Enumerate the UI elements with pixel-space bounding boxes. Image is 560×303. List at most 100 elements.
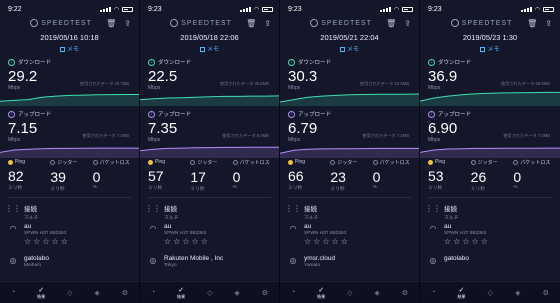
nav-vpn[interactable]: ◈ [94, 289, 99, 297]
ping-icon [428, 159, 433, 165]
download-graph [140, 95, 279, 106]
download-data-used: 使用されたデータ 49.7MB [79, 81, 129, 86]
bottom-nav: ◔ ✓ 結果 ◇ ◈ ⚙ [0, 281, 139, 303]
jitter-label: ジッター [337, 160, 358, 166]
nav-vpn[interactable]: ◈ [234, 289, 239, 297]
jitter-value: 17 [190, 169, 206, 185]
share-icon[interactable]: ⇪ [404, 19, 411, 28]
nav-vpn[interactable]: ◈ [515, 289, 520, 297]
isp-name: au [444, 223, 452, 230]
server-row[interactable]: ◎ Rakuten Mobile , Inc Tokyo [148, 255, 273, 268]
ping-icon [148, 159, 153, 165]
globe-icon: ◎ [429, 255, 437, 265]
isp-row[interactable]: ◠ au SPWN H37 6B3362 ☆☆☆☆☆ [148, 223, 273, 246]
nav-label: 結果 [37, 293, 46, 299]
memo-icon [339, 47, 345, 52]
wifi-icon: ◠ [9, 223, 17, 233]
memo-button[interactable]: メモ [140, 44, 279, 53]
shield-icon: ◈ [515, 289, 521, 297]
connection-row: ⋮⋮ 接続 マルチ [5, 203, 133, 222]
gear-icon: ⚙ [401, 289, 409, 297]
packet-loss-unit: % [513, 185, 518, 190]
ping-label: Ping [435, 159, 446, 165]
upload-section: ↑ アップロード 6.90 Mbps 使用されたデータ 7.0MB [428, 110, 554, 143]
upload-section: ↑ アップロード 6.79 Mbps 使用されたデータ 7.2MB [288, 110, 413, 143]
isp-identifier: SPWN H37 6B3362 [24, 231, 67, 236]
nav-settings[interactable]: ⚙ [122, 289, 128, 297]
status-indicators: ◠ [379, 6, 413, 13]
speedtest-logo-icon [450, 19, 459, 27]
rating-stars[interactable]: ☆☆☆☆☆ [304, 237, 350, 246]
status-indicators: ◠ [239, 6, 273, 13]
isp-row[interactable]: ◠ au SPWN H37 6B3362 ☆☆☆☆☆ [288, 223, 413, 246]
share-icon[interactable]: ⇪ [545, 19, 552, 28]
packet-loss-metric: パケットロス 0 % [92, 159, 135, 192]
trash-icon[interactable]: 🗑 [246, 19, 256, 28]
ping-icon [8, 159, 13, 165]
speedtest-result-panel: 9:22 ◠ SPEEDTEST 🗑 ⇪ 2019/05/16 10:18 メモ… [0, 0, 140, 303]
nav-settings[interactable]: ⚙ [262, 289, 268, 297]
latency-metrics: Ping 82 ミリ秒 ジッター 39 ミリ秒 パケットロス 0 % [8, 159, 135, 192]
wifi-icon: ◠ [149, 223, 157, 233]
memo-button[interactable]: メモ [420, 44, 560, 53]
nav-map[interactable]: ◇ [488, 289, 493, 297]
nav-speedtest[interactable]: ◔ [291, 289, 295, 296]
nav-results[interactable]: ✓ 結果 [317, 286, 325, 300]
upload-graph [280, 147, 419, 158]
trash-icon[interactable]: 🗑 [106, 19, 116, 28]
status-bar: 9:23 ◠ [148, 4, 273, 14]
trash-icon[interactable]: 🗑 [527, 19, 537, 28]
download-section: ↓ ダウンロード 29.2 Mbps 使用されたデータ 49.7MB [8, 58, 133, 91]
packet-loss-icon [372, 160, 378, 165]
jitter-unit: ミリ秒 [190, 187, 205, 192]
ping-metric: Ping 57 ミリ秒 [148, 159, 190, 192]
jitter-icon [50, 160, 56, 165]
isp-row[interactable]: ◠ au SPWN H37 6B3362 ☆☆☆☆☆ [8, 223, 133, 246]
nav-speedtest[interactable]: ◔ [431, 289, 435, 296]
nav-speedtest[interactable]: ◔ [11, 289, 15, 296]
speedtest-result-panel: 9:23 ◠ SPEEDTEST 🗑 ⇪ 2019/05/23 1:30 メモ … [420, 0, 560, 303]
server-row[interactable]: ◎ ymsr.cloud Yamato [288, 255, 413, 268]
jitter-unit: ミリ秒 [470, 187, 486, 192]
packet-loss-unit: % [232, 185, 237, 190]
download-data-used: 使用されたデータ 35.5MB [219, 81, 269, 86]
share-icon[interactable]: ⇪ [264, 19, 271, 28]
nav-settings[interactable]: ⚙ [543, 289, 549, 297]
server-location: Tokyo [164, 263, 177, 268]
nav-label: 結果 [457, 293, 466, 299]
packet-loss-label: パケットロス [520, 160, 551, 166]
nav-map[interactable]: ◇ [347, 289, 352, 297]
rating-stars[interactable]: ☆☆☆☆☆ [444, 237, 490, 246]
nav-results[interactable]: ✓ 結果 [177, 286, 185, 300]
result-toolbar: SPEEDTEST 🗑 ⇪ [288, 16, 411, 30]
status-time: 9:23 [288, 5, 302, 13]
packet-loss-label: パケットロス [379, 160, 410, 166]
latency-metrics: Ping 57 ミリ秒 ジッター 17 ミリ秒 パケットロス 0 % [148, 159, 275, 192]
wifi-icon: ◠ [534, 6, 540, 13]
nav-map[interactable]: ◇ [207, 289, 212, 297]
nav-settings[interactable]: ⚙ [402, 289, 408, 297]
speedometer-icon: ◔ [431, 289, 436, 296]
nav-speedtest[interactable]: ◔ [151, 289, 155, 296]
connection-type: マルチ [304, 216, 319, 221]
speedtest-result-panel: 9:23 ◠ SPEEDTEST 🗑 ⇪ 2019/05/21 22:04 メモ… [280, 0, 420, 303]
share-icon[interactable]: ⇪ [124, 19, 131, 28]
server-row[interactable]: ◎ gatolabo [428, 255, 554, 265]
memo-button[interactable]: メモ [0, 44, 139, 53]
nav-results[interactable]: ✓ 結果 [37, 286, 45, 300]
nav-results[interactable]: ✓ 結果 [457, 286, 465, 300]
battery-icon [543, 6, 554, 12]
upload-icon: ↑ [8, 110, 15, 118]
trash-icon[interactable]: 🗑 [386, 19, 396, 28]
memo-button[interactable]: メモ [280, 44, 419, 53]
connections-icon: ⋮⋮ [5, 203, 21, 213]
download-graph [280, 93, 419, 106]
server-host: ymsr.cloud [304, 255, 336, 262]
globe-icon: ◎ [149, 255, 157, 265]
server-row[interactable]: ◎ gatolabo Meiharo [8, 255, 133, 268]
rating-stars[interactable]: ☆☆☆☆☆ [24, 237, 70, 246]
nav-vpn[interactable]: ◈ [374, 289, 379, 297]
isp-row[interactable]: ◠ au SPWN H37 6B3362 ☆☆☆☆☆ [428, 223, 554, 246]
nav-map[interactable]: ◇ [67, 289, 72, 297]
rating-stars[interactable]: ☆☆☆☆☆ [164, 237, 210, 246]
